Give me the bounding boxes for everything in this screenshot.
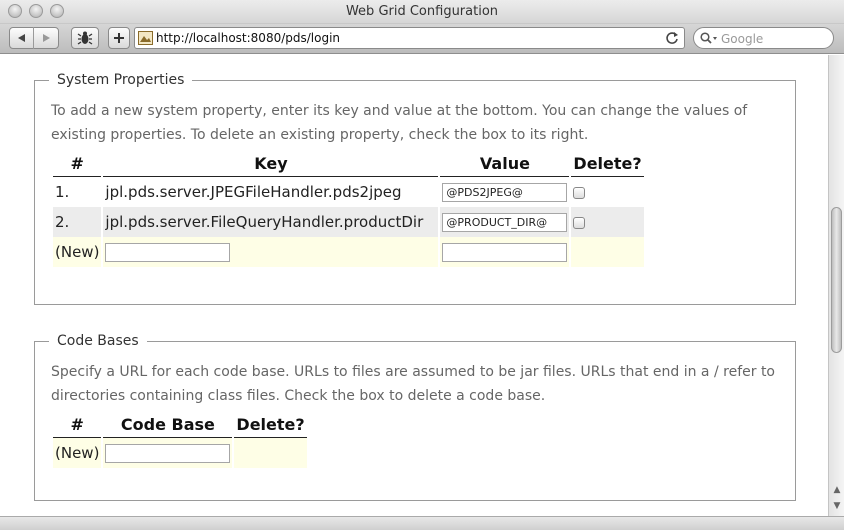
back-arrow-icon [17,34,25,42]
title-bar: Web Grid Configuration [0,0,844,24]
header-num: # [53,412,102,438]
table-row: 1. jpl.pds.server.JPEGFileHandler.pds2jp… [53,177,644,207]
header-key: Key [103,151,439,177]
reload-icon[interactable] [665,31,679,45]
description-line: Specify a URL for each code base. URLs t… [51,364,775,380]
property-key: jpl.pds.server.JPEGFileHandler.pds2jpeg [105,183,402,201]
vertical-scrollbar[interactable]: ▲ ▼ [828,55,844,516]
property-value-input[interactable] [442,212,568,232]
row-number: 1. [55,183,70,201]
code-bases-legend: Code Bases [49,333,147,349]
description-line: existing properties. To delete an existi… [51,127,589,143]
scrollbar-thumb[interactable] [831,207,842,353]
row-number: 2. [53,207,102,237]
system-properties-description: To add a new system property, enter its … [51,99,747,147]
system-properties-section: System Properties To add a new system pr… [34,72,796,305]
header-code-base: Code Base [103,412,233,438]
search-icon [700,32,717,44]
system-properties-table: # Key Value Delete? 1. jpl.pds.server.JP… [51,151,646,267]
forward-button[interactable] [34,27,58,49]
debug-button[interactable] [71,27,99,49]
site-favicon-icon [138,31,153,45]
forward-arrow-icon [43,34,50,42]
empty-cell [234,438,307,468]
scroll-down-arrow-icon[interactable]: ▼ [832,501,842,511]
page-viewport: System Properties To add a new system pr… [0,55,828,516]
address-bar[interactable]: http://localhost:8080/pds/login [134,27,685,49]
system-properties-legend: System Properties [49,72,193,88]
new-row-label: (New) [53,237,102,267]
header-value: Value [440,151,570,177]
search-field[interactable]: Google [693,27,834,49]
new-property-row: (New) [53,237,644,267]
property-key: jpl.pds.server.FileQueryHandler.productD… [103,207,439,237]
header-delete: Delete? [571,151,644,177]
url-text: http://localhost:8080/pds/login [156,31,341,45]
new-code-base-row: (New) [53,438,307,468]
table-row: 2. jpl.pds.server.FileQueryHandler.produ… [53,207,644,237]
code-bases-description: Specify a URL for each code base. URLs t… [51,360,775,408]
description-line: directories containing class files. Chec… [51,388,546,404]
browser-toolbar: http://localhost:8080/pds/login Google [0,24,844,54]
property-value-input[interactable] [442,182,568,202]
delete-checkbox[interactable] [573,186,586,199]
bug-icon [77,31,93,45]
new-key-input[interactable] [105,242,231,262]
new-row-label: (New) [53,438,102,468]
plus-icon [114,33,124,43]
window-title: Web Grid Configuration [345,4,499,19]
delete-checkbox[interactable] [573,216,586,229]
new-code-base-input[interactable] [105,443,231,463]
new-value-input[interactable] [442,242,568,262]
header-delete: Delete? [234,412,307,438]
status-bar [0,516,844,530]
new-tab-button[interactable] [108,27,130,49]
empty-cell [571,237,644,267]
description-line: To add a new system property, enter its … [51,103,748,119]
code-bases-table: # Code Base Delete? (New) [51,412,309,468]
header-num: # [53,151,102,177]
back-forward-control [9,27,59,49]
code-bases-section: Code Bases Specify a URL for each code b… [34,333,796,501]
search-placeholder: Google [721,32,764,46]
back-button[interactable] [10,27,34,49]
scroll-up-arrow-icon[interactable]: ▲ [832,485,842,495]
